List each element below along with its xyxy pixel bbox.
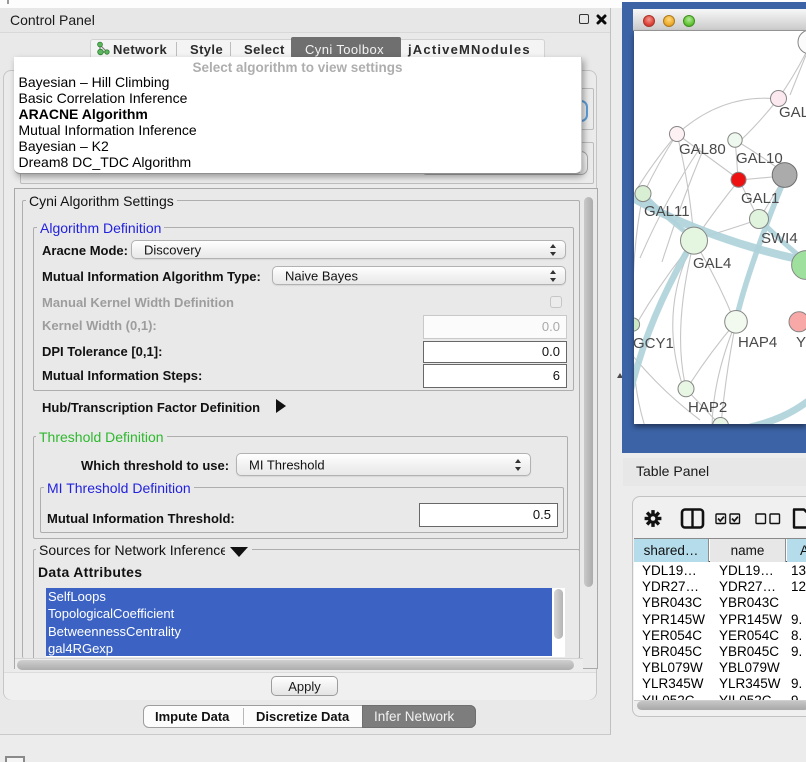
svg-text:GAL1: GAL1 — [741, 190, 779, 207]
svg-text:GAL11: GAL11 — [644, 203, 690, 220]
svg-text:GAL7: GAL7 — [779, 104, 806, 121]
svg-text:HAP4: HAP4 — [738, 334, 777, 351]
svg-text:GAL4: GAL4 — [693, 255, 731, 272]
svg-text:GAL80: GAL80 — [679, 141, 726, 158]
svg-text:GAL10: GAL10 — [736, 150, 783, 167]
svg-text:Y: Y — [796, 334, 806, 351]
svg-text:SWI4: SWI4 — [761, 230, 798, 247]
svg-text:HAP2: HAP2 — [688, 399, 727, 416]
svg-text:GCY1: GCY1 — [634, 335, 674, 352]
